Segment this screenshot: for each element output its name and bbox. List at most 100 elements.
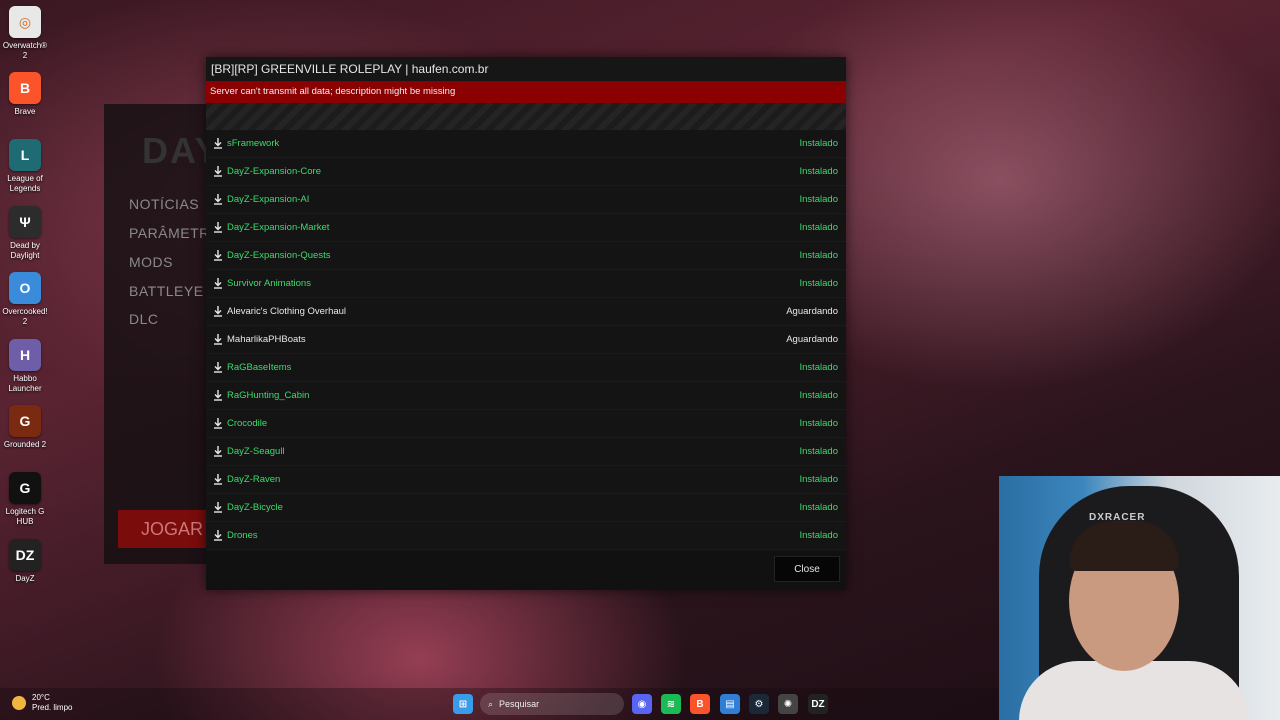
- mod-row[interactable]: DayZ-Expansion-AI Instalado: [206, 186, 846, 214]
- logitech-icon: G: [9, 472, 41, 504]
- mod-name[interactable]: Drones: [227, 530, 799, 541]
- download-icon: [211, 474, 225, 485]
- mod-status: Instalado: [799, 502, 838, 513]
- launcher-menu-parameters[interactable]: PARÂMETR: [129, 225, 210, 241]
- download-icon: [211, 334, 225, 345]
- weather-temp: 20°C: [32, 693, 50, 702]
- mod-row[interactable]: DayZ-Expansion-Quests Instalado: [206, 242, 846, 270]
- discord-icon[interactable]: ◉: [632, 694, 652, 714]
- mod-name[interactable]: DayZ-Bicycle: [227, 502, 799, 513]
- mod-status: Aguardando: [786, 306, 838, 317]
- dayz-launcher-window: DAY NOTÍCIAS PARÂMETR MODS BATTLEYE DLC …: [104, 104, 219, 564]
- download-icon: [211, 530, 225, 541]
- mod-row[interactable]: Survivor Animations Instalado: [206, 270, 846, 298]
- mod-name[interactable]: DayZ-Expansion-Quests: [227, 250, 799, 261]
- download-icon: [211, 418, 225, 429]
- desktop-shortcut-label: Grounded 2: [3, 440, 47, 449]
- launcher-menu-news[interactable]: NOTÍCIAS: [129, 196, 199, 212]
- mod-status: Instalado: [799, 138, 838, 149]
- desktop-shortcut[interactable]: ◎ Overwatch® 2: [0, 6, 50, 61]
- mod-name[interactable]: DayZ-Expansion-Market: [227, 222, 799, 233]
- download-icon: [211, 250, 225, 261]
- overcooked-icon: O: [9, 272, 41, 304]
- download-icon: [211, 138, 225, 149]
- mod-name[interactable]: sFramework: [227, 138, 799, 149]
- dead-by-daylight-icon: Ψ: [9, 206, 41, 238]
- play-button[interactable]: JOGAR: [118, 510, 218, 548]
- error-banner: Server can't transmit all data; descript…: [206, 81, 846, 103]
- description-placeholder: [206, 103, 846, 130]
- taskbar: 20°C Pred. limpo ⌕ Pesquisar ⊞ ◉ ≋ B ▤ ⚙ ✺ DZ: [0, 688, 999, 720]
- mod-status: Instalado: [799, 446, 838, 457]
- desktop-shortcut[interactable]: G Logitech G HUB: [0, 472, 50, 527]
- mod-status: Instalado: [799, 418, 838, 429]
- mod-row[interactable]: DayZ-Expansion-Core Instalado: [206, 158, 846, 186]
- dayz-icon: DZ: [9, 539, 41, 571]
- steam-icon[interactable]: ⚙: [749, 694, 769, 714]
- mod-row[interactable]: MaharlikaPHBoats Aguardando: [206, 326, 846, 354]
- server-mods-dialog: [BR][RP] GREENVILLE ROLEPLAY | haufen.co…: [206, 57, 846, 590]
- mod-name[interactable]: DayZ-Raven: [227, 474, 799, 485]
- mod-status: Aguardando: [786, 334, 838, 345]
- mod-name[interactable]: RaGBaseItems: [227, 362, 799, 373]
- taskbar-search[interactable]: ⌕ Pesquisar: [480, 693, 624, 715]
- grounded-icon: G: [9, 405, 41, 437]
- weather-widget[interactable]: 20°C Pred. limpo: [12, 693, 72, 713]
- mod-status: Instalado: [799, 278, 838, 289]
- person-shirt: [1019, 661, 1249, 720]
- close-button[interactable]: Close: [774, 556, 840, 582]
- desktop-shortcut[interactable]: G Grounded 2: [0, 405, 50, 450]
- mod-name[interactable]: DayZ-Seagull: [227, 446, 799, 457]
- download-icon: [211, 502, 225, 513]
- desktop-shortcut[interactable]: L League of Legends: [0, 139, 50, 194]
- mod-name[interactable]: Crocodile: [227, 418, 799, 429]
- chatgpt-icon[interactable]: ✺: [778, 694, 798, 714]
- mod-status: Instalado: [799, 390, 838, 401]
- mod-row[interactable]: DayZ-Bicycle Instalado: [206, 494, 846, 522]
- download-icon: [211, 446, 225, 457]
- mod-row[interactable]: Drones Instalado: [206, 522, 846, 550]
- mod-row[interactable]: DayZ-Seagull Instalado: [206, 438, 846, 466]
- launcher-menu-battleye[interactable]: BATTLEYE: [129, 283, 204, 299]
- mod-name[interactable]: MaharlikaPHBoats: [227, 334, 786, 345]
- desktop-shortcut[interactable]: B Brave: [0, 72, 50, 117]
- desktop-shortcut[interactable]: H Habbo Launcher: [0, 339, 50, 394]
- overwatch-icon: ◎: [9, 6, 41, 38]
- league-of-legends-icon: L: [9, 139, 41, 171]
- brave-taskbar-icon[interactable]: B: [690, 694, 710, 714]
- weather-desc: Pred. limpo: [32, 703, 73, 712]
- mod-row[interactable]: Crocodile Instalado: [206, 410, 846, 438]
- mod-status: Instalado: [799, 530, 838, 541]
- desktop-shortcut-label: Brave: [14, 107, 36, 116]
- mod-name[interactable]: RaGHunting_Cabin: [227, 390, 799, 401]
- mod-status: Instalado: [799, 474, 838, 485]
- dayz-taskbar-icon[interactable]: DZ: [808, 694, 828, 714]
- download-icon: [211, 278, 225, 289]
- desktop-shortcut[interactable]: Ψ Dead by Daylight: [0, 206, 50, 261]
- webcam-overlay: DXRACER: [999, 476, 1280, 720]
- mod-row[interactable]: DayZ-Expansion-Market Instalado: [206, 214, 846, 242]
- search-placeholder: Pesquisar: [499, 699, 540, 709]
- weather-sun-icon: [12, 696, 26, 710]
- mod-name[interactable]: DayZ-Expansion-Core: [227, 166, 799, 177]
- mod-name[interactable]: DayZ-Expansion-AI: [227, 194, 799, 205]
- mod-row[interactable]: RaGHunting_Cabin Instalado: [206, 382, 846, 410]
- mod-row[interactable]: sFramework Instalado: [206, 130, 846, 158]
- launcher-menu-mods[interactable]: MODS: [129, 254, 173, 270]
- spotify-icon[interactable]: ≋: [661, 694, 681, 714]
- download-icon: [211, 306, 225, 317]
- mod-row[interactable]: Alevaric's Clothing Overhaul Aguardando: [206, 298, 846, 326]
- notepad-icon[interactable]: ▤: [720, 694, 740, 714]
- desktop-shortcut-label: Overcooked! 2: [2, 307, 48, 326]
- mod-row[interactable]: RaGBaseItems Instalado: [206, 354, 846, 382]
- search-icon: ⌕: [488, 698, 494, 709]
- mod-name[interactable]: Survivor Animations: [227, 278, 799, 289]
- habbo-icon: H: [9, 339, 41, 371]
- desktop-shortcut[interactable]: DZ DayZ: [0, 539, 50, 584]
- mod-status: Instalado: [799, 194, 838, 205]
- launcher-menu-dlc[interactable]: DLC: [129, 311, 159, 327]
- desktop-shortcut[interactable]: O Overcooked! 2: [0, 272, 50, 327]
- mod-row[interactable]: DayZ-Raven Instalado: [206, 466, 846, 494]
- windows-start-icon[interactable]: ⊞: [453, 694, 473, 714]
- mod-name[interactable]: Alevaric's Clothing Overhaul: [227, 306, 786, 317]
